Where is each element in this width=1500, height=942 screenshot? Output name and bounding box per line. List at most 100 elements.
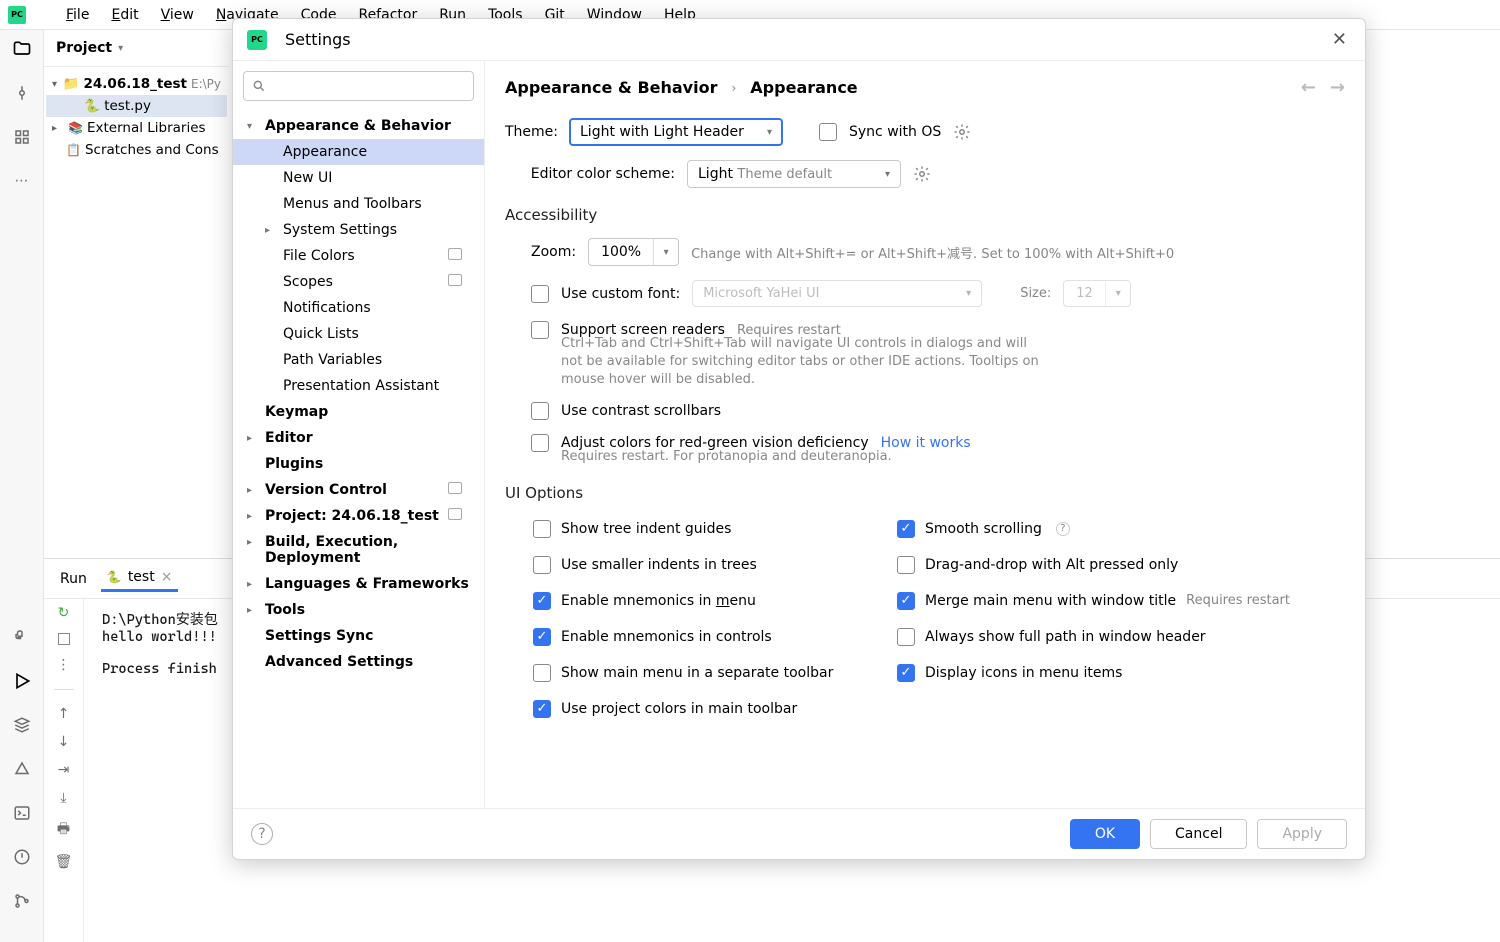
- cat-tools[interactable]: ▸Tools: [233, 597, 484, 623]
- close-button[interactable]: ✕: [1332, 29, 1347, 50]
- contrast-scrollbars-label: Use contrast scrollbars: [561, 403, 721, 419]
- cat-editor[interactable]: ▸Editor: [233, 425, 484, 451]
- font-size-spinner[interactable]: 12 ▾: [1063, 280, 1131, 307]
- cat-project[interactable]: ▸Project: 24.06.18_test: [233, 503, 484, 529]
- cancel-button[interactable]: Cancel: [1150, 819, 1247, 849]
- vcs-icon[interactable]: [11, 890, 33, 912]
- requires-restart-hint: Requires restart: [1186, 593, 1290, 608]
- cat-build[interactable]: ▸Build, Execution, Deployment: [233, 529, 484, 571]
- display-icons-checkbox[interactable]: ✓: [897, 664, 915, 682]
- menu-view[interactable]: View: [151, 5, 204, 25]
- settings-dialog: PC Settings ✕ ▾Appearance & Behavior App…: [232, 18, 1366, 860]
- screen-readers-checkbox[interactable]: [531, 321, 549, 339]
- cat-keymap[interactable]: Keymap: [233, 399, 484, 425]
- run-toolbar: ↻ ⋮ ↑ ↓ ⇥ ⤓ 🖶 🗑: [44, 599, 84, 942]
- run-tool-icon[interactable]: [11, 670, 33, 692]
- merge-menu-checkbox[interactable]: ✓: [897, 592, 915, 610]
- smaller-indents-checkbox[interactable]: [533, 556, 551, 574]
- close-tab-icon[interactable]: ×: [161, 569, 173, 585]
- tree-file[interactable]: 🐍 test.py: [46, 95, 227, 117]
- rerun-icon[interactable]: ↻: [58, 605, 70, 621]
- smooth-scrolling-checkbox[interactable]: ✓: [897, 520, 915, 538]
- soft-wrap-icon[interactable]: ⇥: [58, 762, 70, 778]
- cat-version-control[interactable]: ▸Version Control: [233, 477, 484, 503]
- up-icon[interactable]: ↑: [58, 706, 70, 722]
- dnd-alt-checkbox[interactable]: [897, 556, 915, 574]
- full-path-label: Always show full path in window header: [925, 629, 1206, 645]
- more-icon[interactable]: ⋯: [11, 170, 33, 192]
- gear-icon[interactable]: [913, 165, 931, 183]
- search-input[interactable]: [272, 78, 465, 94]
- services-icon[interactable]: [11, 714, 33, 736]
- main-menu-toolbar-checkbox[interactable]: [533, 664, 551, 682]
- print-icon[interactable]: 🖶: [57, 818, 70, 842]
- theme-label: Theme:: [505, 124, 557, 140]
- problems-icon[interactable]: [11, 846, 33, 868]
- custom-font-checkbox[interactable]: [531, 285, 549, 303]
- theme-select[interactable]: Light with Light Header ▾: [569, 118, 783, 146]
- cat-notifications[interactable]: Notifications: [233, 295, 484, 321]
- cat-scopes[interactable]: Scopes: [233, 269, 484, 295]
- crumb-1[interactable]: Appearance & Behavior: [505, 78, 717, 97]
- cat-presentation-assistant[interactable]: Presentation Assistant: [233, 373, 484, 399]
- tree-ext-libs[interactable]: ▸ 📚 External Libraries: [46, 117, 227, 139]
- contrast-scrollbars-checkbox[interactable]: [531, 402, 549, 420]
- full-path-checkbox[interactable]: [897, 628, 915, 646]
- mnemonics-menu-label: Enable mnemonics in menu: [561, 593, 756, 609]
- tree-scratches[interactable]: 📋 Scratches and Cons: [46, 139, 227, 161]
- cat-appearance[interactable]: Appearance: [233, 139, 484, 165]
- menu-edit[interactable]: Edit: [101, 5, 148, 25]
- stop-icon[interactable]: [58, 633, 70, 645]
- mnemonics-controls-checkbox[interactable]: ✓: [533, 628, 551, 646]
- info-icon[interactable]: ?: [1056, 522, 1070, 536]
- debug-icon[interactable]: [11, 758, 33, 780]
- cat-plugins[interactable]: Plugins: [233, 451, 484, 477]
- custom-font-select[interactable]: Microsoft YaHei UI ▾: [692, 280, 982, 307]
- apply-button[interactable]: Apply: [1257, 819, 1347, 849]
- color-deficiency-checkbox[interactable]: [531, 434, 549, 452]
- down-icon[interactable]: ↓: [58, 734, 70, 750]
- smooth-scrolling-label: Smooth scrolling: [925, 521, 1042, 537]
- tree-indent-checkbox[interactable]: [533, 520, 551, 538]
- structure-icon[interactable]: [11, 126, 33, 148]
- editor-scheme-select[interactable]: Light Theme default ▾: [687, 160, 901, 188]
- chevron-right-icon: ▸: [247, 537, 252, 548]
- search-input-wrap[interactable]: [243, 71, 474, 101]
- folder-icon[interactable]: [11, 38, 33, 60]
- cat-languages[interactable]: ▸Languages & Frameworks: [233, 571, 484, 597]
- commit-icon[interactable]: [11, 82, 33, 104]
- zoom-label: Zoom:: [531, 244, 576, 260]
- menu-file[interactable]: File: [56, 5, 99, 25]
- cat-advanced[interactable]: Advanced Settings: [233, 649, 484, 675]
- chevron-down-icon: ▾: [966, 288, 971, 299]
- tree-root[interactable]: ▾ 📁 24.06.18_test E:\Py: [46, 73, 227, 95]
- cat-system-settings[interactable]: ▸System Settings: [233, 217, 484, 243]
- ok-button[interactable]: OK: [1070, 819, 1140, 849]
- mnemonics-controls-label: Enable mnemonics in controls: [561, 629, 772, 645]
- forward-icon[interactable]: →: [1330, 77, 1345, 98]
- how-it-works-link[interactable]: How it works: [881, 435, 971, 451]
- cat-quick-lists[interactable]: Quick Lists: [233, 321, 484, 347]
- project-colors-checkbox[interactable]: ✓: [533, 700, 551, 718]
- more-actions-icon[interactable]: ⋮: [57, 657, 71, 673]
- chevron-down-icon: ▾: [52, 79, 59, 90]
- back-icon[interactable]: ←: [1301, 77, 1316, 98]
- cat-settings-sync[interactable]: Settings Sync: [233, 623, 484, 649]
- cat-path-variables[interactable]: Path Variables: [233, 347, 484, 373]
- sync-os-checkbox[interactable]: [819, 123, 837, 141]
- zoom-select[interactable]: 100% ▾: [588, 238, 679, 266]
- scroll-end-icon[interactable]: ⤓: [60, 790, 66, 806]
- python-console-icon[interactable]: [11, 626, 33, 648]
- help-button[interactable]: ?: [251, 823, 273, 845]
- trash-icon[interactable]: 🗑: [55, 854, 73, 870]
- mnemonics-menu-checkbox[interactable]: ✓: [533, 592, 551, 610]
- chevron-down-icon: ▾: [654, 247, 678, 258]
- cat-file-colors[interactable]: File Colors: [233, 243, 484, 269]
- gear-icon[interactable]: [953, 123, 971, 141]
- project-header[interactable]: Project ▾: [44, 30, 229, 67]
- cat-menus-toolbars[interactable]: Menus and Toolbars: [233, 191, 484, 217]
- cat-appearance-behavior[interactable]: ▾Appearance & Behavior: [233, 113, 484, 139]
- terminal-icon[interactable]: [11, 802, 33, 824]
- run-config-tab[interactable]: 🐍 test ×: [101, 565, 179, 592]
- cat-new-ui[interactable]: New UI: [233, 165, 484, 191]
